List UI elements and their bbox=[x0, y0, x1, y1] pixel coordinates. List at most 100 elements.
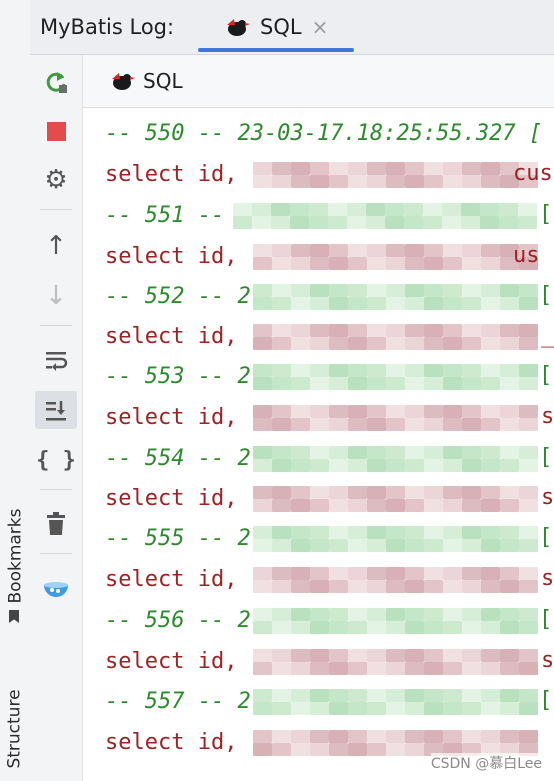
redacted-block bbox=[329, 284, 348, 297]
rerun-icon bbox=[46, 72, 67, 93]
redacted-block bbox=[329, 175, 348, 188]
log-sql-line: select id, bbox=[105, 324, 238, 349]
redacted-block bbox=[462, 539, 481, 552]
redacted-block bbox=[518, 203, 537, 216]
redacted-block bbox=[291, 162, 310, 175]
log-comment-line: -- 551 -- bbox=[105, 203, 225, 228]
redacted-block bbox=[519, 297, 538, 310]
redacted-block bbox=[519, 324, 538, 337]
tab-close-icon[interactable]: × bbox=[312, 15, 329, 39]
sql-log-console[interactable]: -- 550 -- 23-03-17.18:25:55.327 [ select… bbox=[83, 108, 554, 781]
redacted-block bbox=[367, 608, 386, 621]
soft-wrap-button[interactable] bbox=[35, 341, 77, 379]
redacted-block bbox=[386, 405, 405, 418]
redacted-block bbox=[367, 418, 386, 431]
redacted-block bbox=[442, 216, 461, 229]
trash-icon bbox=[47, 512, 65, 535]
redacted-block bbox=[310, 162, 329, 175]
redacted-block bbox=[481, 608, 500, 621]
bookmarks-tab[interactable]: Bookmarks bbox=[0, 490, 30, 640]
redacted-block bbox=[386, 526, 405, 539]
redacted-block bbox=[253, 649, 272, 662]
redacted-block bbox=[386, 621, 405, 634]
redacted-block bbox=[271, 216, 290, 229]
redacted-block bbox=[291, 486, 310, 499]
redacted-block bbox=[499, 203, 518, 216]
redacted-block bbox=[519, 689, 538, 702]
clear-all-button[interactable] bbox=[35, 505, 77, 543]
redacted-block bbox=[348, 284, 367, 297]
redacted-block bbox=[253, 418, 272, 431]
log-comment-line: -- 554 -- 2 bbox=[105, 446, 251, 471]
redacted-block bbox=[443, 499, 462, 512]
format-button[interactable]: { } bbox=[35, 441, 77, 479]
redacted-block bbox=[367, 662, 386, 675]
redacted-block bbox=[424, 418, 443, 431]
redacted-block bbox=[253, 446, 272, 459]
redacted-block bbox=[291, 621, 310, 634]
redacted-block bbox=[519, 459, 538, 472]
redacted-block bbox=[500, 662, 519, 675]
redacted-block bbox=[310, 377, 329, 390]
bookmarks-label: Bookmarks bbox=[5, 508, 26, 604]
redacted-block bbox=[366, 216, 385, 229]
redacted-block bbox=[443, 702, 462, 715]
redacted-block bbox=[386, 459, 405, 472]
redacted-block bbox=[329, 337, 348, 350]
redacted-block bbox=[348, 257, 367, 270]
redacted-block bbox=[329, 499, 348, 512]
redacted-block bbox=[386, 244, 405, 257]
redacted-block bbox=[272, 649, 291, 662]
redacted-block bbox=[443, 405, 462, 418]
rerun-button[interactable] bbox=[35, 63, 77, 101]
redacted-block bbox=[348, 337, 367, 350]
redacted-block bbox=[310, 297, 329, 310]
redacted-block bbox=[310, 702, 329, 715]
redacted-block bbox=[519, 284, 538, 297]
redacted-block bbox=[424, 337, 443, 350]
redacted-block bbox=[405, 337, 424, 350]
redacted-block bbox=[500, 499, 519, 512]
redacted-block bbox=[272, 418, 291, 431]
redacted-block bbox=[481, 621, 500, 634]
redacted-block bbox=[253, 324, 272, 337]
settings-button[interactable]: ⚙ bbox=[35, 161, 77, 199]
redacted-block bbox=[252, 203, 271, 216]
redacted-block bbox=[462, 649, 481, 662]
structure-tab[interactable]: Structure bbox=[0, 676, 30, 781]
redacted-block bbox=[347, 216, 366, 229]
redacted-block bbox=[386, 539, 405, 552]
previous-occurrence-button[interactable]: ↑ bbox=[35, 227, 77, 265]
redacted-block bbox=[271, 203, 290, 216]
redacted-block bbox=[385, 216, 404, 229]
redacted-block bbox=[481, 486, 500, 499]
redacted-block bbox=[310, 257, 329, 270]
redacted-block bbox=[405, 297, 424, 310]
redacted-block bbox=[291, 257, 310, 270]
redacted-block bbox=[462, 621, 481, 634]
redacted-block bbox=[462, 244, 481, 257]
redacted-block bbox=[272, 364, 291, 377]
redacted-block bbox=[462, 567, 481, 580]
redacted-block bbox=[443, 324, 462, 337]
redacted-block bbox=[405, 162, 424, 175]
structure-label: Structure bbox=[5, 688, 25, 769]
next-occurrence-button[interactable]: ↓ bbox=[35, 277, 77, 315]
redacted-block bbox=[233, 216, 252, 229]
extra-action-button[interactable] bbox=[35, 569, 77, 607]
redacted-block bbox=[367, 486, 386, 499]
redacted-block bbox=[272, 244, 291, 257]
stop-button[interactable] bbox=[35, 112, 77, 150]
redacted-block bbox=[519, 364, 538, 377]
redacted-block bbox=[423, 203, 442, 216]
redacted-block bbox=[500, 689, 519, 702]
left-tool-strip: Bookmarks Structure bbox=[0, 0, 31, 781]
redacted-block bbox=[367, 649, 386, 662]
redacted-block bbox=[405, 702, 424, 715]
scroll-to-end-button[interactable] bbox=[35, 391, 77, 429]
redacted-block bbox=[424, 297, 443, 310]
redacted-block bbox=[443, 608, 462, 621]
tab-sql[interactable]: SQL × bbox=[198, 0, 354, 54]
redacted-block bbox=[367, 244, 386, 257]
redacted-block bbox=[310, 446, 329, 459]
